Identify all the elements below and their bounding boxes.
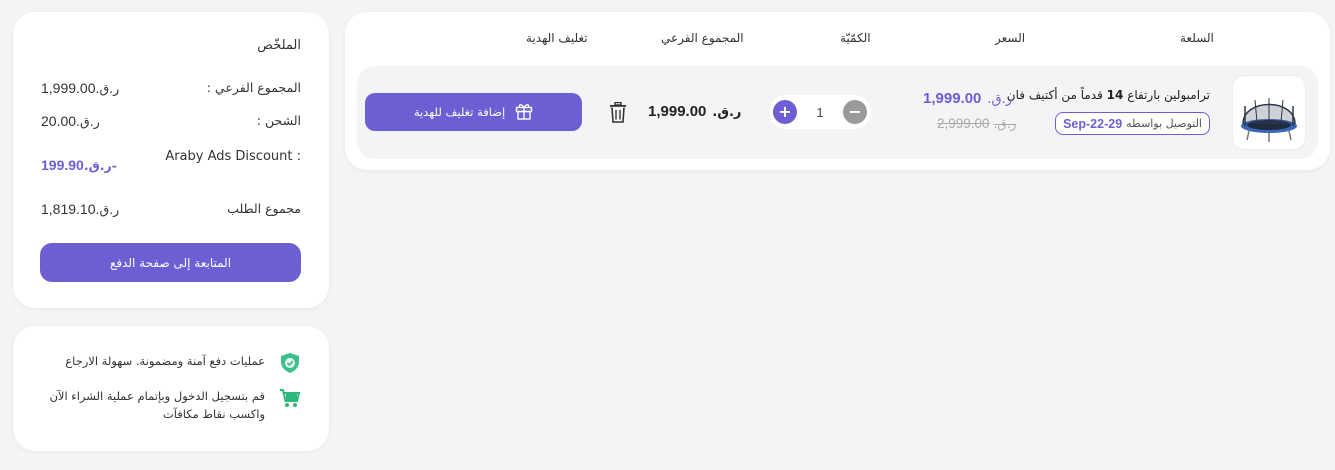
summary-label: المجموع الفرعي :: [206, 80, 301, 95]
product-thumbnail[interactable]: [1232, 75, 1306, 150]
quantity-input[interactable]: [803, 101, 837, 123]
column-header-quantity: الكمّيّة: [840, 31, 871, 45]
column-header-gift-wrap: تغليف الهدية: [526, 31, 588, 45]
trash-icon[interactable]: [609, 101, 629, 124]
amount: 20.00: [41, 113, 77, 129]
add-gift-wrap-button[interactable]: إضافة تغليف للهدية: [365, 93, 582, 131]
old-price-amount: 2,999.00: [937, 116, 990, 131]
currency-label: ر.ق.: [993, 117, 1017, 131]
currency-label: ر.ق.: [712, 105, 742, 120]
currency-label: ر.ق.: [95, 81, 120, 96]
currency-label: ر.ق.: [987, 92, 1013, 107]
increase-quantity-button[interactable]: +: [773, 100, 797, 124]
column-header-subtotal: المجموع الفرعي: [661, 31, 744, 45]
amount: 199.90: [41, 157, 84, 173]
subtotal-amount: 1,999.00: [648, 103, 707, 120]
info-item-secure-payment: عمليات دفع آمنة ومضمونة. سهولة الارجاع: [65, 352, 301, 374]
summary-label: الشحن :: [256, 113, 301, 128]
summary-value: ر.ق.20.00: [41, 113, 106, 129]
delivery-date: Sep-22-29: [1063, 116, 1123, 131]
order-summary-card: الملخّص المجموع الفرعي : ر.ق.1,999.00 ال…: [13, 12, 329, 308]
info-text: قم بتسجيل الدخول وبإتمام عملية الشراء ال…: [49, 389, 265, 421]
quantity-stepper: + −: [769, 95, 871, 129]
delivery-badge: التوصيل بواسطه Sep-22-29: [1055, 112, 1210, 135]
currency-label: -ر.ق.: [83, 158, 117, 173]
summary-label: Araby Ads Discount :: [165, 149, 301, 164]
summary-row-discount: Araby Ads Discount : -ر.ق.199.90: [41, 146, 301, 186]
checkout-button[interactable]: المتابعة إلى صفحة الدفع: [40, 243, 301, 282]
product-name[interactable]: ترامبولين بارتفاع 14 قدماً من أكتيف فان: [1007, 88, 1210, 102]
currency-label: ر.ق.: [95, 202, 120, 217]
summary-value: ر.ق.1,999.00: [41, 80, 125, 96]
column-header-price: السعر: [995, 31, 1026, 45]
delivery-label: التوصيل بواسطه: [1126, 117, 1202, 130]
shield-check-icon: [279, 352, 301, 374]
info-text: عمليات دفع آمنة ومضمونة. سهولة الارجاع: [65, 354, 265, 368]
current-price: ر.ق. 1,999.00: [923, 90, 1012, 107]
amount: 1,999.00: [41, 80, 96, 96]
currency-label: ر.ق.: [76, 114, 100, 129]
summary-label: مجموع الطلب: [227, 201, 301, 216]
info-card: عمليات دفع آمنة ومضمونة. سهولة الارجاع ق…: [13, 326, 329, 451]
summary-value: -ر.ق.199.90: [41, 157, 123, 173]
old-price: ر.ق.2,999.00: [937, 116, 1016, 131]
cart-item-row: ترامبولين بارتفاع 14 قدماً من أكتيف فان …: [357, 66, 1318, 159]
summary-value: ر.ق.1,819.10: [41, 201, 125, 217]
item-subtotal: ر.ق. 1,999.00: [648, 103, 741, 120]
trampoline-image: [1241, 98, 1297, 142]
gift-icon: [515, 102, 533, 123]
info-item-rewards: قم بتسجيل الدخول وبإتمام عملية الشراء ال…: [45, 387, 301, 423]
column-header-item: السلعة: [1180, 31, 1214, 45]
gift-button-label: إضافة تغليف للهدية: [413, 105, 506, 119]
decrease-quantity-button[interactable]: −: [843, 100, 867, 124]
product-name-part: ترامبولين بارتفاع: [1127, 88, 1210, 102]
price-amount: 1,999.00: [923, 90, 982, 107]
product-name-part: قدماً من أكتيف فان: [1006, 88, 1103, 102]
summary-title: الملخّص: [257, 38, 301, 53]
cart-card: السلعة السعر الكمّيّة المجموع الفرعي تغل…: [345, 12, 1330, 170]
product-name-size: 14: [1106, 88, 1124, 102]
cart-icon: [279, 387, 301, 409]
amount: 1,819.10: [41, 201, 96, 217]
